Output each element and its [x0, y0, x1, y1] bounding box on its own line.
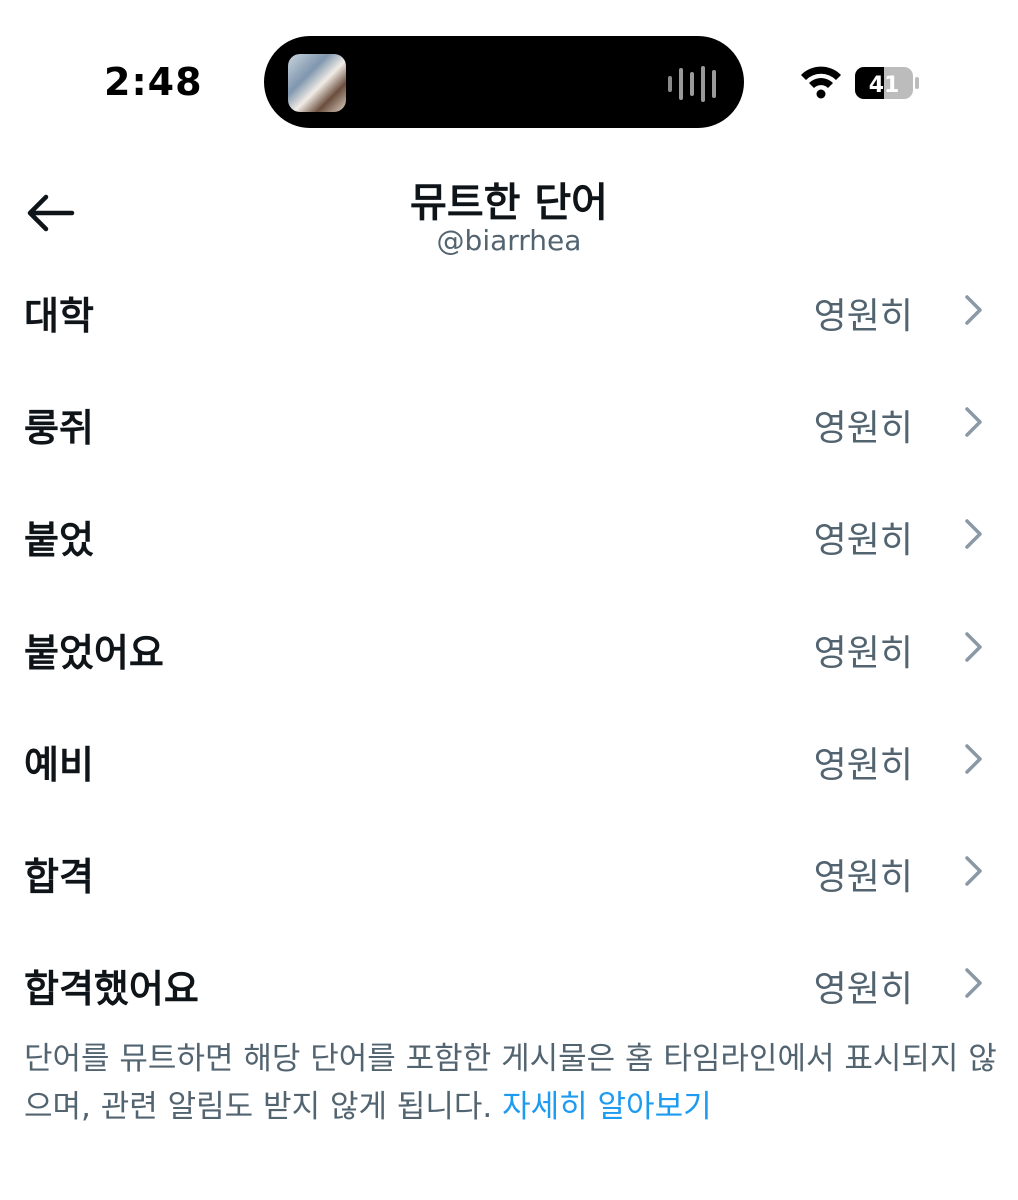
audio-waveform-icon: [668, 66, 716, 102]
muted-word-label: 대학: [24, 294, 94, 338]
mute-duration: 영원히: [813, 744, 913, 786]
chevron-right-icon: [965, 744, 982, 774]
muted-word-label: 합격했어요: [24, 967, 199, 1012]
mute-duration: 영원히: [813, 408, 913, 450]
muted-word-row[interactable]: 예비 영원히: [0, 702, 1018, 814]
muted-word-row[interactable]: 붙었 영원히: [0, 477, 1018, 589]
muted-word-row[interactable]: 룽쥐 영원히: [0, 365, 1018, 477]
learn-more-link[interactable]: 자세히 알아보기: [502, 1089, 712, 1125]
mute-explanation: 단어를 뮤트하면 해당 단어를 포함한 게시물은 홈 타임라인에서 표시되지 않…: [24, 1035, 999, 1131]
battery-level: 41: [869, 73, 900, 98]
chevron-right-icon: [965, 968, 982, 998]
muted-word-label: 룽쥐: [24, 406, 94, 451]
chevron-right-icon: [965, 407, 982, 437]
wifi-icon: [801, 66, 841, 99]
mute-duration: 영원히: [813, 520, 913, 562]
mute-duration: 영원히: [813, 856, 913, 898]
muted-word-row[interactable]: 대학 영원히: [0, 253, 1018, 365]
status-bar: 2:48 41: [0, 0, 1018, 140]
muted-word-label: 붙었: [24, 518, 94, 563]
page-title: 뮤트한 단어: [410, 180, 608, 226]
muted-word-row[interactable]: 합격 영원히: [0, 814, 1018, 926]
mute-duration: 영원히: [813, 296, 913, 337]
chevron-right-icon: [965, 631, 982, 662]
dynamic-island[interactable]: [264, 36, 744, 128]
mute-duration: 영원히: [813, 969, 913, 1011]
muted-word-label: 합격: [24, 854, 94, 899]
chevron-right-icon: [965, 519, 982, 550]
muted-word-label: 예비: [24, 742, 94, 787]
battery-icon: 41: [855, 67, 919, 99]
muted-word-row[interactable]: 붙었어요 영원히: [0, 590, 1018, 702]
muted-word-row[interactable]: 합격했어요 영원히: [0, 926, 1018, 1038]
now-playing-artwork[interactable]: [288, 54, 346, 112]
status-time: 2:48: [104, 60, 203, 104]
mute-duration: 영원히: [813, 632, 913, 674]
chevron-right-icon: [965, 295, 982, 325]
chevron-right-icon: [965, 856, 982, 886]
muted-words-list: 대학 영원히 룽쥐 영원히 붙었 영원히 붙었어요 영원히 예비 영원히 합격 …: [0, 253, 1018, 1038]
muted-word-label: 붙었어요: [24, 630, 164, 675]
